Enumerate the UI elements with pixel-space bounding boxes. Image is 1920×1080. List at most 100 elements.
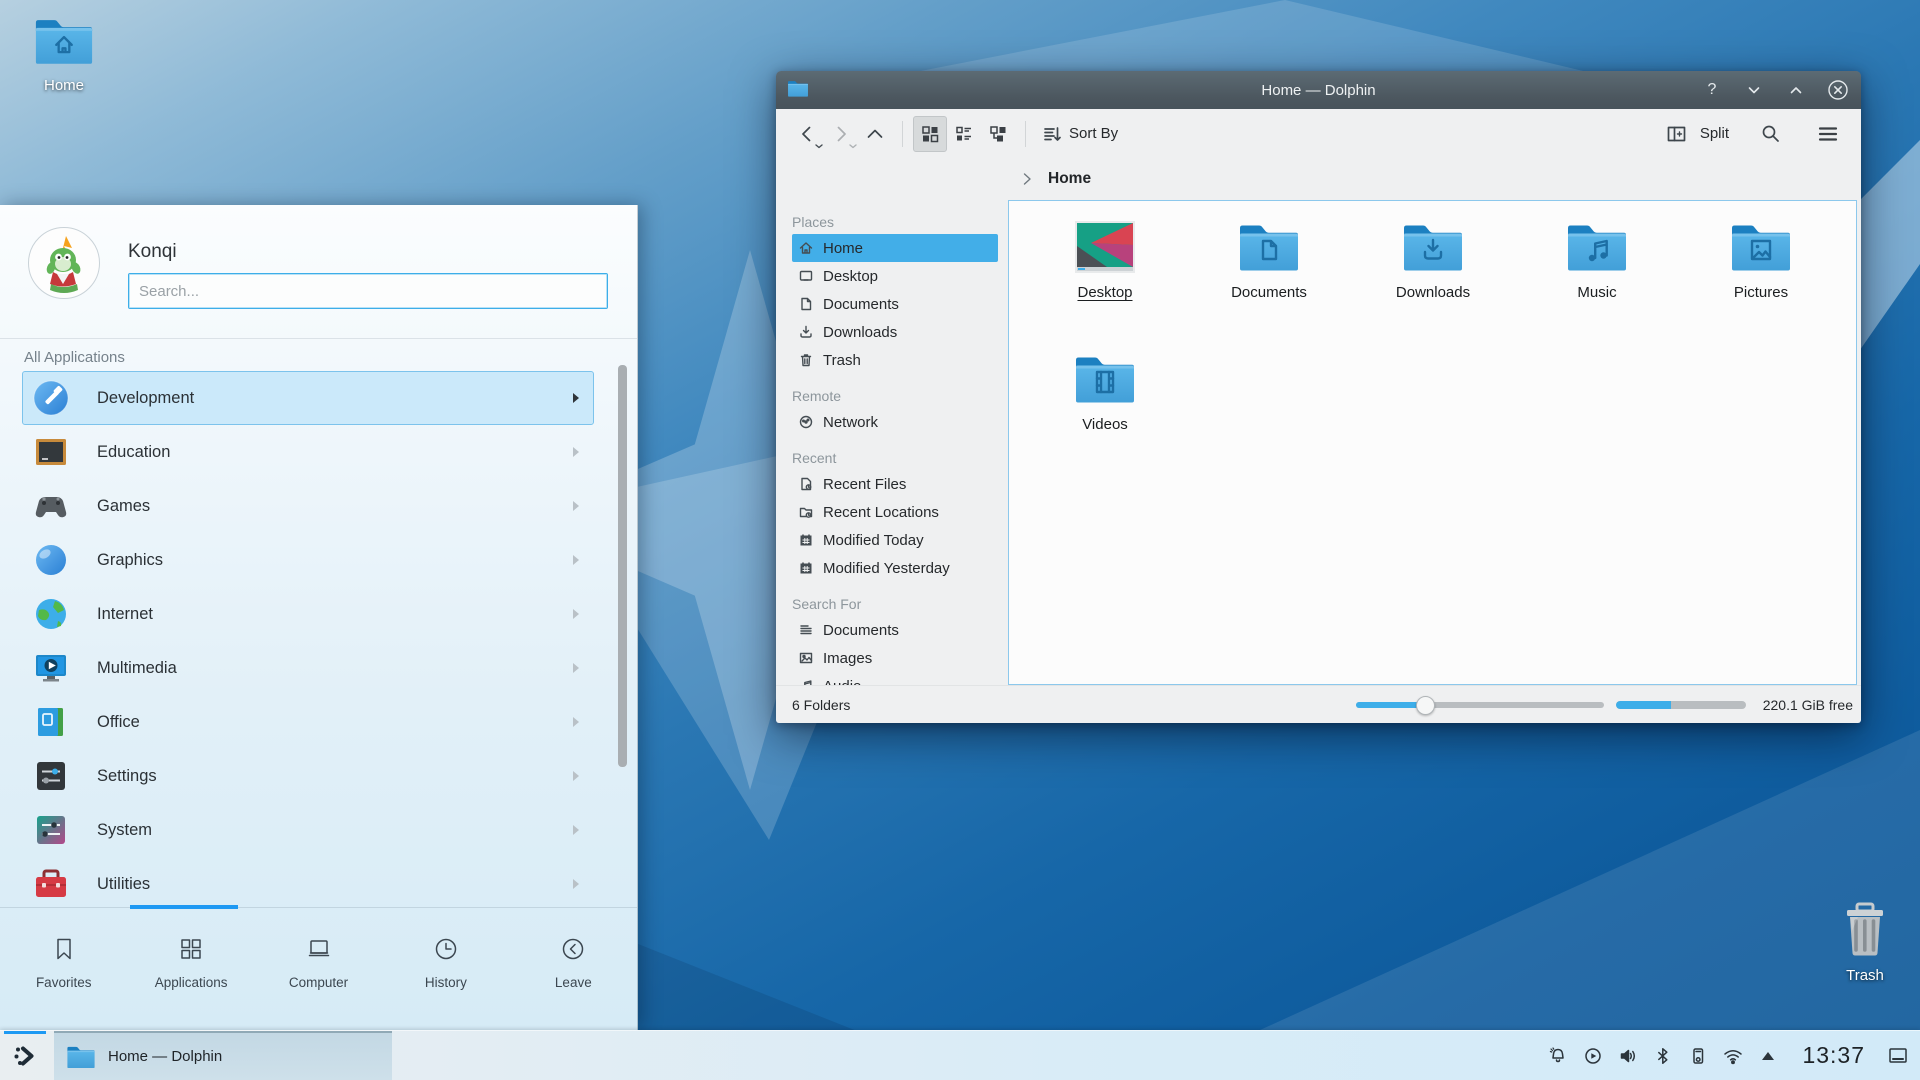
places-item-audio[interactable]: Audio [792, 672, 998, 685]
tab-label: Computer [289, 975, 348, 990]
places-section-title: Places [792, 210, 1008, 234]
places-item-images[interactable]: Images [792, 644, 998, 672]
category-label: Utilities [97, 875, 150, 894]
launcher-scrollbar[interactable] [618, 365, 627, 767]
launcher-tabbar: Favorites Applications Computer Hist [0, 908, 637, 1030]
show-desktop-button[interactable] [1886, 1043, 1910, 1069]
zoom-slider-handle[interactable] [1416, 696, 1435, 715]
help-button[interactable]: ? [1701, 79, 1723, 101]
tab-computer[interactable]: Computer [255, 908, 382, 1030]
split-button[interactable]: Split [1666, 116, 1729, 152]
sort-by-button[interactable]: Sort By [1036, 116, 1124, 152]
compact-view-button[interactable] [981, 116, 1015, 152]
places-item-label: Desktop [823, 268, 878, 285]
details-view-button[interactable] [947, 116, 981, 152]
user-name: Konqi [128, 241, 177, 263]
home-icon [798, 240, 814, 256]
expand-tray-icon[interactable] [1757, 1045, 1779, 1067]
file-item-music[interactable]: Music [1521, 219, 1673, 351]
maximize-button[interactable] [1785, 79, 1807, 101]
media-player-icon[interactable] [1582, 1045, 1604, 1067]
submenu-arrow-icon [573, 609, 579, 619]
downloads-folder-icon [1401, 219, 1465, 275]
notifications-icon[interactable] [1547, 1045, 1569, 1067]
places-item-label: Modified Today [823, 532, 924, 549]
window-title: Home — Dolphin [776, 82, 1861, 99]
location-bar[interactable]: Home [776, 158, 1861, 200]
tab-history[interactable]: History [382, 908, 509, 1030]
category-utilities[interactable]: Utilities [22, 857, 594, 911]
file-item-desktop[interactable]: Desktop [1029, 219, 1181, 351]
user-avatar[interactable] [28, 227, 100, 299]
tab-label: History [425, 975, 467, 990]
tab-favorites[interactable]: Favorites [0, 908, 127, 1030]
back-button[interactable] [790, 116, 824, 152]
tab-applications[interactable]: Applications [127, 908, 254, 1030]
utilities-icon [31, 864, 71, 904]
recent-locations-icon [798, 504, 814, 520]
minimize-button[interactable] [1743, 79, 1765, 101]
category-development[interactable]: Development [22, 371, 594, 425]
places-item-label: Documents [823, 622, 899, 639]
device-notifier-icon[interactable] [1687, 1045, 1709, 1067]
category-games[interactable]: Games [22, 479, 594, 533]
places-item-network[interactable]: Network [792, 408, 998, 436]
places-section-title: Remote [792, 384, 1008, 408]
places-item-recent-files[interactable]: Recent Files [792, 470, 998, 498]
tab-leave[interactable]: Leave [510, 908, 637, 1030]
category-office[interactable]: Office [22, 695, 594, 749]
category-education[interactable]: Education [22, 425, 594, 479]
titlebar[interactable]: Home — Dolphin ? [776, 71, 1861, 109]
disk-usage-bar [1616, 701, 1746, 709]
window-body: Places Home Desktop Documents Downloads [776, 200, 1861, 685]
category-graphics[interactable]: Graphics [22, 533, 594, 587]
up-button[interactable] [858, 116, 892, 152]
bluetooth-icon[interactable] [1652, 1045, 1674, 1067]
search-input[interactable] [128, 273, 608, 309]
submenu-arrow-icon [573, 825, 579, 835]
category-system[interactable]: System [22, 803, 594, 857]
music-folder-icon [1565, 219, 1629, 275]
zoom-slider[interactable] [1356, 696, 1604, 714]
desktop-icon-trash[interactable]: Trash [1817, 900, 1913, 984]
places-item-documents[interactable]: Documents [792, 290, 998, 318]
breadcrumb-chevron-icon[interactable] [1022, 172, 1032, 186]
file-item-documents[interactable]: Documents [1193, 219, 1345, 351]
icons-view-button[interactable] [913, 116, 947, 152]
category-internet[interactable]: Internet [22, 587, 594, 641]
places-item-documents-search[interactable]: Documents [792, 616, 998, 644]
places-item-modified-today[interactable]: Modified Today [792, 526, 998, 554]
file-item-downloads[interactable]: Downloads [1357, 219, 1509, 351]
places-item-trash[interactable]: Trash [792, 346, 998, 374]
search-button[interactable] [1753, 116, 1787, 152]
task-button-dolphin[interactable]: Home — Dolphin [54, 1031, 392, 1080]
toolbar-right-group: Split [1666, 116, 1845, 152]
split-view-icon [1666, 124, 1687, 144]
network-wireless-icon[interactable] [1722, 1045, 1744, 1067]
places-item-home[interactable]: Home [792, 234, 998, 262]
category-label: Office [97, 713, 140, 732]
folder-view[interactable]: Desktop Documents Downloads [1008, 200, 1857, 685]
places-item-modified-yesterday[interactable]: Modified Yesterday [792, 554, 998, 582]
category-list: Development Education Games [22, 371, 594, 911]
application-launcher-button[interactable] [0, 1031, 50, 1080]
breadcrumb-current[interactable]: Home [1048, 170, 1091, 188]
documents-folder-icon [1237, 219, 1301, 275]
file-item-videos[interactable]: Videos [1029, 351, 1181, 483]
launcher-active-indicator [4, 1031, 46, 1034]
places-item-downloads[interactable]: Downloads [792, 318, 998, 346]
category-multimedia[interactable]: Multimedia [22, 641, 594, 695]
places-item-desktop[interactable]: Desktop [792, 262, 998, 290]
places-item-recent-locations[interactable]: Recent Locations [792, 498, 998, 526]
forward-button[interactable] [824, 116, 858, 152]
desktop-icon-home[interactable]: Home [16, 14, 112, 94]
clock[interactable]: 13:37 [1802, 1042, 1865, 1069]
file-item-pictures[interactable]: Pictures [1685, 219, 1837, 351]
search-icon [1760, 123, 1781, 144]
menu-button[interactable] [1811, 116, 1845, 152]
category-settings[interactable]: Settings [22, 749, 594, 803]
volume-icon[interactable] [1617, 1045, 1639, 1067]
leave-icon [560, 936, 586, 962]
category-label: Education [97, 443, 170, 462]
close-button[interactable] [1827, 79, 1849, 101]
